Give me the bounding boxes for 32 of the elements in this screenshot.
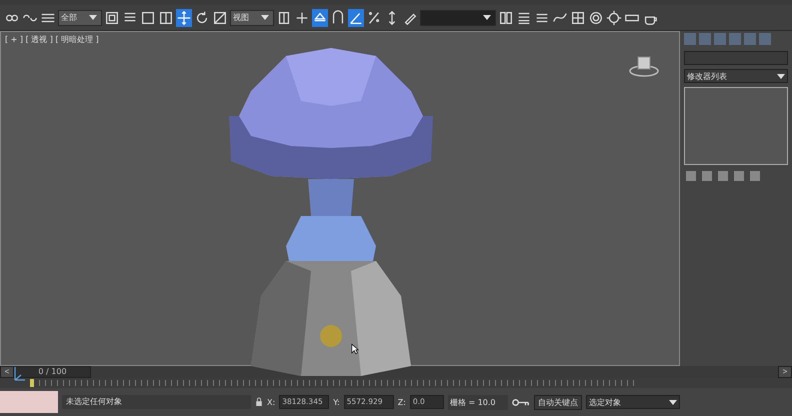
viewcube-icon[interactable] (629, 54, 659, 78)
z-label: Z: (398, 398, 406, 406)
x-label: X: (267, 398, 276, 406)
previous-frame-button[interactable]: < (0, 366, 14, 378)
caret-icon (483, 15, 491, 20)
current-frame-marker (30, 379, 34, 387)
key-filter-dropdown[interactable]: 选定对象 (586, 395, 680, 409)
modifier-list-dropdown[interactable]: 修改器列表 (684, 69, 788, 83)
caret-icon (261, 15, 269, 20)
reference-coordinate-dropdown[interactable]: 视图 (230, 10, 274, 26)
toolbar-tool-icon[interactable] (606, 8, 622, 26)
track-bar[interactable] (0, 378, 792, 388)
y-label: Y: (333, 398, 340, 406)
toolbar-tool-icon[interactable] (330, 8, 346, 26)
toolbar-tool-icon[interactable] (348, 8, 364, 26)
viewport-label[interactable]: [ + ] [ 透视 ] [ 明暗处理 ] (5, 34, 99, 45)
caret-icon (668, 400, 677, 404)
next-frame-button[interactable]: > (778, 366, 792, 378)
toolbar-tool-icon[interactable] (312, 8, 328, 26)
maxscript-listener-field[interactable] (0, 391, 58, 413)
mouse-cursor-icon (351, 343, 359, 355)
grid-size-text: 栅格 = 10.0 (448, 394, 508, 410)
lock-icon[interactable] (255, 397, 263, 407)
auto-key-button[interactable]: 自动关键点 (534, 394, 582, 410)
modifier-stack-list[interactable] (684, 87, 788, 165)
object-name-field[interactable] (684, 51, 788, 65)
caret-icon (777, 74, 785, 78)
time-slider-thumb[interactable]: 0 / 100 (14, 366, 91, 378)
status-message: 未选定任何对象 (62, 395, 251, 409)
selection-filter-dropdown[interactable]: 全部 (58, 10, 102, 26)
key-icon[interactable] (512, 398, 530, 406)
caret-icon (89, 15, 97, 20)
